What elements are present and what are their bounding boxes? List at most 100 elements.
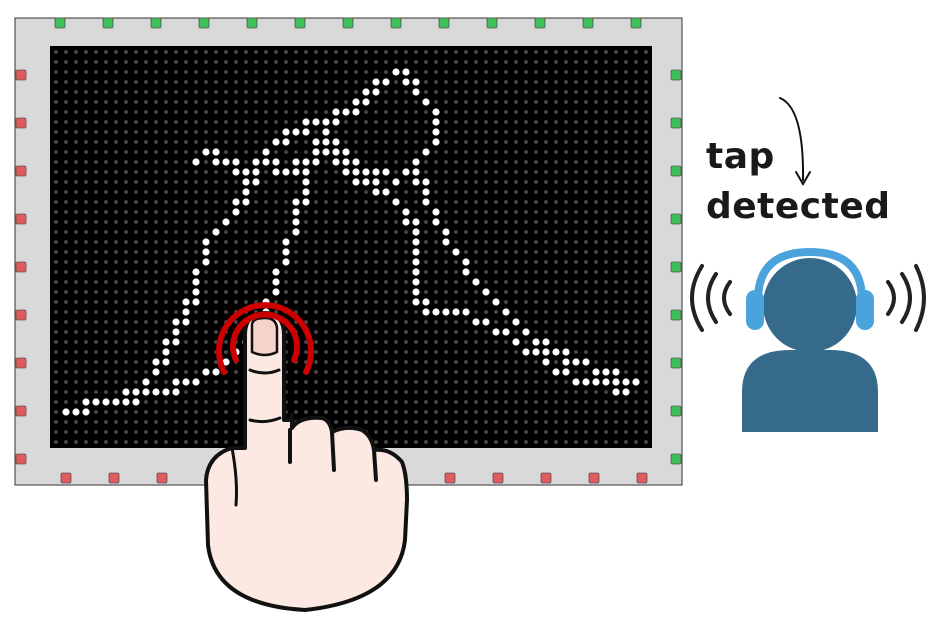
led-dot <box>574 160 578 164</box>
led-dot <box>144 240 148 244</box>
led-dot-lit <box>432 138 440 146</box>
led-dot <box>574 330 578 334</box>
led-dot <box>114 360 118 364</box>
led-dot <box>544 80 548 84</box>
led-dot <box>604 190 608 194</box>
led-dot <box>384 400 388 404</box>
sensor-marker <box>15 453 27 465</box>
led-dot <box>164 170 168 174</box>
led-dot <box>624 280 628 284</box>
led-dot <box>394 110 398 114</box>
led-dot <box>514 110 518 114</box>
led-dot <box>604 360 608 364</box>
led-dot <box>624 70 628 74</box>
led-dot <box>124 130 128 134</box>
led-dot <box>484 420 488 424</box>
led-dot <box>224 430 228 434</box>
led-dot <box>644 370 648 374</box>
led-dot-lit <box>342 108 350 116</box>
led-dot <box>514 130 518 134</box>
led-dot <box>544 60 548 64</box>
led-dot <box>304 350 308 354</box>
led-dot <box>214 260 218 264</box>
led-dot <box>194 130 198 134</box>
led-dot <box>494 120 498 124</box>
led-dot <box>264 80 268 84</box>
led-dot-lit <box>432 218 440 226</box>
sensor-marker <box>670 357 682 369</box>
led-dot <box>604 260 608 264</box>
led-dot <box>564 250 568 254</box>
led-dot-lit <box>602 378 610 386</box>
led-dot <box>314 220 318 224</box>
led-dot <box>584 80 588 84</box>
led-dot <box>184 340 188 344</box>
led-dot-lit <box>132 398 140 406</box>
led-dot <box>164 300 168 304</box>
led-dot <box>644 340 648 344</box>
led-dot-lit <box>182 378 190 386</box>
led-dot <box>154 230 158 234</box>
led-dot <box>254 80 258 84</box>
led-dot-lit <box>342 168 350 176</box>
led-dot <box>424 350 428 354</box>
led-dot <box>64 250 68 254</box>
led-dot <box>424 380 428 384</box>
led-dot <box>64 440 68 444</box>
led-dot <box>154 300 158 304</box>
led-dot <box>434 60 438 64</box>
led-dot <box>274 180 278 184</box>
led-dot <box>604 180 608 184</box>
led-dot <box>484 130 488 134</box>
led-dot <box>114 170 118 174</box>
led-dot-lit <box>82 398 90 406</box>
led-dot <box>634 110 638 114</box>
led-dot <box>464 60 468 64</box>
led-dot <box>64 50 68 54</box>
led-dot <box>374 110 378 114</box>
led-dot <box>234 220 238 224</box>
led-dot <box>364 310 368 314</box>
led-dot <box>164 230 168 234</box>
led-dot <box>154 350 158 354</box>
led-dot <box>164 70 168 74</box>
led-dot <box>154 160 158 164</box>
led-dot <box>314 280 318 284</box>
led-dot <box>54 110 58 114</box>
led-dot <box>604 280 608 284</box>
led-dot <box>544 160 548 164</box>
led-dot <box>594 230 598 234</box>
led-dot <box>134 360 138 364</box>
led-dot <box>464 200 468 204</box>
led-dot-lit <box>222 218 230 226</box>
led-dot <box>624 60 628 64</box>
led-dot <box>314 370 318 374</box>
led-dot <box>264 210 268 214</box>
led-dot <box>624 90 628 94</box>
led-dot <box>584 200 588 204</box>
led-dot <box>374 330 378 334</box>
led-dot <box>644 50 648 54</box>
led-dot <box>114 320 118 324</box>
led-dot <box>324 90 328 94</box>
led-dot <box>614 50 618 54</box>
led-dot <box>384 230 388 234</box>
led-dot <box>554 410 558 414</box>
led-dot <box>504 130 508 134</box>
led-dot <box>104 360 108 364</box>
led-dot <box>264 280 268 284</box>
led-dot <box>224 380 228 384</box>
led-dot <box>334 180 338 184</box>
led-dot <box>564 400 568 404</box>
led-dot <box>524 390 528 394</box>
led-dot <box>574 400 578 404</box>
led-dot <box>64 290 68 294</box>
led-dot <box>484 190 488 194</box>
led-dot <box>374 100 378 104</box>
led-dot <box>494 60 498 64</box>
led-dot <box>74 420 78 424</box>
led-dot <box>424 330 428 334</box>
led-dot <box>554 250 558 254</box>
led-dot <box>84 60 88 64</box>
led-dot <box>634 90 638 94</box>
